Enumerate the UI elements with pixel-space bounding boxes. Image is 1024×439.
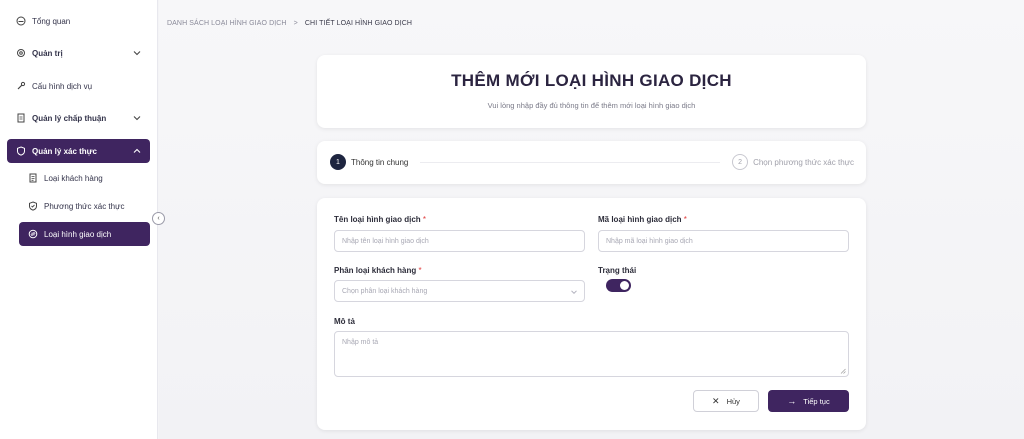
breadcrumb-current: CHI TIẾT LOẠI HÌNH GIAO DỊCH <box>304 20 413 27</box>
toggle-knob <box>620 281 629 290</box>
shield-check-icon <box>28 201 38 211</box>
gear-icon <box>16 48 26 58</box>
step-label: Thông tin chung <box>351 157 409 167</box>
page-title: THÊM MỚI LOẠI HÌNH GIAO DỊCH <box>451 71 732 90</box>
sidebar-item-admin[interactable]: Quản trị <box>7 41 150 65</box>
chevron-up-icon <box>133 148 141 153</box>
page-subtitle: Vui lòng nhập đầy đủ thông tin để thêm m… <box>487 101 696 110</box>
chevron-left-icon: ‹ <box>157 215 160 222</box>
required-mark: * <box>422 215 427 224</box>
page-header-card: THÊM MỚI LOẠI HÌNH GIAO DỊCH Vui lòng nh… <box>317 55 866 128</box>
customer-type-label: Phân loại khách hàng * <box>334 266 422 275</box>
status-toggle[interactable] <box>606 279 631 292</box>
sidebar-item-overview[interactable]: Tổng quan <box>7 9 150 33</box>
customer-type-select[interactable]: Chọn phân loại khách hàng <box>334 280 585 302</box>
required-mark: * <box>683 215 687 224</box>
breadcrumb-separator: > <box>293 20 298 27</box>
step-number: 2 <box>732 154 749 170</box>
description-textarea[interactable]: Nhập mô tả <box>334 331 849 377</box>
transaction-code-input[interactable]: Nhập mã loại hình giao dịch <box>598 230 849 252</box>
transaction-code-label: Mã loại hình giao dịch * <box>598 215 687 224</box>
placeholder: Chọn phân loại khách hàng <box>342 287 428 295</box>
label-text: Phân loại khách hàng <box>334 266 417 275</box>
placeholder: Nhập mã loại hình giao dịch <box>606 237 693 245</box>
chevron-down-icon <box>133 51 141 56</box>
stepper: 1 Thông tin chung 2 Chọn phương thức xác… <box>317 141 866 184</box>
wrench-icon <box>16 81 26 91</box>
breadcrumb-parent-link[interactable]: DANH SÁCH LOẠI HÌNH GIAO DỊCH <box>167 20 287 27</box>
label-text: Mã loại hình giao dịch <box>598 215 682 224</box>
sidebar-item-label: Quản trị <box>32 48 63 58</box>
shield-icon <box>16 146 26 156</box>
cancel-button[interactable]: ✕ Hủy <box>693 390 759 412</box>
step-label: Chọn phương thức xác thực <box>753 157 854 167</box>
sidebar-item-label: Phương thức xác thực <box>44 201 125 211</box>
sidebar-item-label: Tổng quan <box>32 16 71 26</box>
resize-handle-icon[interactable] <box>840 368 846 374</box>
sidebar-item-label: Quản lý chấp thuận <box>32 113 107 123</box>
sidebar-item-label: Loại hình giao dịch <box>44 229 112 239</box>
sidebar-item-label: Loại khách hàng <box>44 173 103 183</box>
button-label: Tiếp tục <box>803 396 830 406</box>
placeholder: Nhập tên loại hình giao dịch <box>342 237 429 245</box>
sidebar-item-transaction-type[interactable]: Loại hình giao dịch <box>19 222 150 246</box>
sidebar-item-customer-type[interactable]: Loại khách hàng <box>19 166 150 190</box>
form-card: Tên loại hình giao dịch * Nhập tên loại … <box>317 198 866 430</box>
label-text: Trạng thái <box>598 266 637 275</box>
label-text: Mô tả <box>334 317 355 326</box>
sidebar-item-label: Cấu hình dịch vụ <box>32 81 93 91</box>
transaction-name-label: Tên loại hình giao dịch * <box>334 215 426 224</box>
continue-button[interactable]: → Tiếp tục <box>768 390 849 412</box>
list-icon <box>28 173 38 183</box>
placeholder: Nhập mô tả <box>342 339 379 346</box>
status-label: Trạng thái <box>598 266 636 275</box>
arrow-right-icon: → <box>787 396 797 406</box>
transaction-name-input[interactable]: Nhập tên loại hình giao dịch <box>334 230 585 252</box>
sidebar-collapse-button[interactable]: ‹ <box>152 212 165 225</box>
step-general-info[interactable]: 1 Thông tin chung <box>330 154 408 170</box>
document-icon <box>16 113 26 123</box>
transaction-icon <box>28 229 38 239</box>
step-number: 1 <box>330 154 346 170</box>
sidebar-item-service-config[interactable]: Cấu hình dịch vụ <box>7 74 150 98</box>
button-label: Hủy <box>726 396 740 406</box>
dashboard-icon <box>16 16 26 26</box>
description-label: Mô tả <box>334 317 355 326</box>
sidebar: Tổng quan Quản trị Cấu hình dịch vụ Quản… <box>0 0 158 439</box>
required-mark: * <box>418 266 422 275</box>
breadcrumb: DANH SÁCH LOẠI HÌNH GIAO DỊCH > CHI TIẾT… <box>167 20 412 27</box>
sidebar-item-authentication[interactable]: Quản lý xác thực <box>7 139 150 163</box>
sidebar-item-auth-method[interactable]: Phương thức xác thực <box>19 194 150 218</box>
chevron-down-icon <box>133 116 141 121</box>
sidebar-item-approval[interactable]: Quản lý chấp thuận <box>7 106 150 130</box>
step-choose-auth-method[interactable]: 2 Chọn phương thức xác thực <box>732 154 854 170</box>
close-icon: ✕ <box>712 395 720 406</box>
sidebar-item-label: Quản lý xác thực <box>32 146 97 156</box>
step-connector <box>420 162 720 163</box>
chevron-down-icon <box>571 290 577 295</box>
label-text: Tên loại hình giao dịch <box>334 215 421 224</box>
